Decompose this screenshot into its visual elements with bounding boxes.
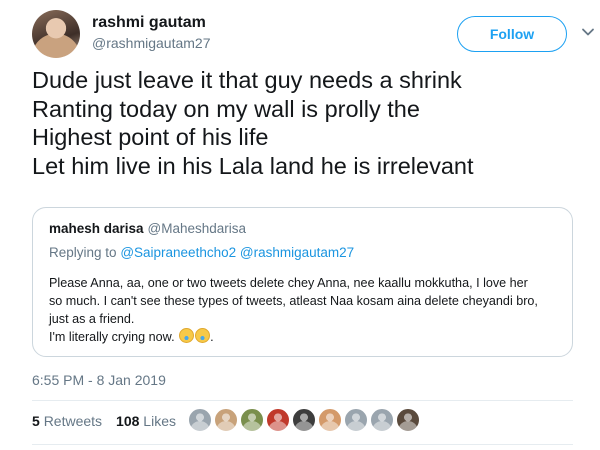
retweets-label: Retweets <box>43 413 103 429</box>
user-avatar[interactable] <box>318 408 342 432</box>
tweet-text-line: Dude just leave it that guy needs a shri… <box>32 67 462 93</box>
likes-label: Likes <box>143 413 176 429</box>
tweet-header: rashmi gautam @rashmigautam27 Follow <box>32 10 594 58</box>
divider <box>32 400 573 401</box>
tweet-text-line: Ranting today on my wall is prolly the <box>32 95 420 122</box>
tweet-text: Dude just leave it that guy needs a shri… <box>32 66 582 180</box>
user-avatar[interactable] <box>240 408 264 432</box>
author-names[interactable]: rashmi gautam @rashmigautam27 <box>92 13 211 53</box>
quoted-text-line: Please Anna, aa, one or two tweets delet… <box>49 276 528 290</box>
quoted-text-line: so much. I can't see these types of twee… <box>49 294 538 308</box>
mention-link[interactable]: @rashmigautam27 <box>240 245 354 260</box>
crying-face-icon <box>179 328 195 343</box>
default-avatar[interactable] <box>344 408 368 432</box>
quoted-tweet-header: mahesh darisa @Maheshdarisa <box>49 221 246 236</box>
author-display-name[interactable]: rashmi gautam <box>92 13 211 33</box>
tweet-stats: 5 Retweets 108 Likes <box>32 413 176 429</box>
quoted-text-line-with-emoji: I'm literally crying now. . <box>49 328 559 346</box>
quoted-tweet-text: Please Anna, aa, one or two tweets delet… <box>49 274 559 346</box>
retweets-stat[interactable]: 5 Retweets <box>32 413 102 429</box>
replying-to-line: Replying to @Saipraneethcho2 @rashmigaut… <box>49 245 354 260</box>
quoted-text-trailing: . <box>210 330 214 344</box>
quoted-author-handle[interactable]: @Maheshdarisa <box>148 221 247 236</box>
tweet-text-line: Highest point of his life <box>32 124 269 150</box>
follow-button[interactable]: Follow <box>457 16 567 52</box>
quoted-text-line: I'm literally crying now. <box>49 330 175 344</box>
divider <box>32 444 573 445</box>
author-avatar[interactable] <box>32 10 80 58</box>
tweet-timestamp[interactable]: 6:55 PM - 8 Jan 2019 <box>32 372 166 388</box>
mention-link[interactable]: @Saipraneethcho2 <box>120 245 236 260</box>
user-avatar[interactable] <box>396 408 420 432</box>
crying-face-icon <box>195 328 211 343</box>
retweets-count: 5 <box>32 413 40 429</box>
author-handle[interactable]: @rashmigautam27 <box>92 33 211 53</box>
replying-to-prefix: Replying to <box>49 245 117 260</box>
quoted-text-line: just as a friend. <box>49 312 135 326</box>
user-avatar[interactable] <box>292 408 316 432</box>
user-avatar[interactable] <box>266 408 290 432</box>
quoted-author-name[interactable]: mahesh darisa <box>49 221 144 236</box>
chevron-down-icon[interactable] <box>580 24 596 40</box>
default-avatar[interactable] <box>370 408 394 432</box>
user-avatar[interactable] <box>214 408 238 432</box>
tweet-text-line: Let him live in his Lala land he is irre… <box>32 152 474 179</box>
likes-stat[interactable]: 108 Likes <box>116 413 176 429</box>
quoted-tweet[interactable]: mahesh darisa @Maheshdarisa Replying to @… <box>32 207 573 357</box>
default-avatar[interactable] <box>188 408 212 432</box>
likes-count: 108 <box>116 413 140 429</box>
